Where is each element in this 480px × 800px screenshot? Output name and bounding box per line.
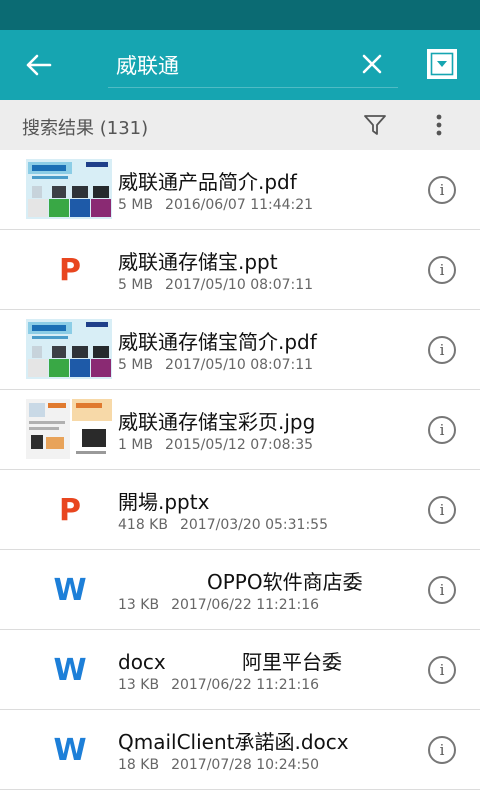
info-icon[interactable]: i — [428, 576, 456, 604]
file-name: 威联通存储宝简介.pdf — [118, 330, 317, 354]
file-date: 2017/03/20 05:31:55 — [179, 517, 328, 533]
flyer-thumbnail-icon — [26, 399, 112, 459]
file-size: 418 KB — [118, 517, 168, 533]
info-icon[interactable]: i — [428, 496, 456, 524]
file-date: 2017/05/10 08:07:11 — [165, 357, 314, 373]
file-name: docx 阿里平台委 — [118, 650, 343, 674]
word-file-icon: W — [53, 572, 87, 608]
file-name: 開場.pptx — [118, 490, 210, 514]
file-list: 威联通产品简介.pdf 5 MB 2016/06/07 11:44:21 i P 威联通存… — [0, 150, 480, 790]
info-icon[interactable]: i — [428, 416, 456, 444]
file-row[interactable]: P 開場.pptx 418 KB 2017/03/20 05:31:55 i — [0, 470, 480, 550]
file-meta: 13 KB 2017/06/22 11:21:16 — [118, 677, 398, 693]
powerpoint-file-icon: P — [59, 252, 81, 288]
file-row[interactable]: Wdocx 阿里平台委 13 KB 2017/06/22 11:21:16 i — [0, 630, 480, 710]
file-date: 2017/06/22 11:21:16 — [171, 677, 320, 693]
file-date: 2017/07/28 10:24:50 — [171, 757, 320, 773]
more-vert-icon — [436, 114, 442, 136]
file-meta: 5 MB 2017/05/10 08:07:11 — [118, 357, 398, 373]
file-size: 13 KB — [118, 677, 160, 693]
file-row[interactable]: W OPPO软件商店委 13 KB 2017/06/22 11:21:16 i — [0, 550, 480, 630]
back-button[interactable] — [20, 48, 56, 82]
dropdown-menu-button[interactable] — [427, 49, 457, 79]
info-icon[interactable]: i — [428, 256, 456, 284]
dropdown-triangle-icon — [430, 52, 454, 76]
file-thumbnail — [26, 319, 112, 379]
brochure-thumbnail-icon — [26, 319, 112, 379]
file-row[interactable]: P 威联通存储宝.ppt 5 MB 2017/05/10 08:07:11 i — [0, 230, 480, 310]
search-field-wrapper — [108, 42, 398, 88]
file-meta: 13 KB 2017/06/22 11:21:16 — [118, 597, 398, 613]
file-size: 5 MB — [118, 197, 154, 213]
file-name: QmailClient承諾函.docx — [118, 730, 349, 754]
file-row[interactable]: 威联通存储宝彩页.jpg 1 MB 2015/05/12 07:08:35 i — [0, 390, 480, 470]
brochure-thumbnail-icon — [26, 159, 112, 219]
file-size: 1 MB — [118, 437, 154, 453]
file-meta: 418 KB 2017/03/20 05:31:55 — [118, 517, 398, 533]
arrow-left-icon — [26, 54, 52, 76]
file-meta: 5 MB 2016/06/07 11:44:21 — [118, 197, 398, 213]
file-size: 13 KB — [118, 597, 160, 613]
file-row[interactable]: 威联通产品简介.pdf 5 MB 2016/06/07 11:44:21 i — [0, 150, 480, 230]
file-meta: 5 MB 2017/05/10 08:07:11 — [118, 277, 398, 293]
word-file-icon: W — [53, 732, 87, 768]
word-file-icon: W — [53, 652, 87, 688]
file-date: 2017/06/22 11:21:16 — [171, 597, 320, 613]
file-name: OPPO软件商店委 — [118, 570, 363, 594]
file-name: 威联通存储宝.ppt — [118, 250, 278, 274]
clear-search-button[interactable] — [356, 47, 388, 81]
file-row[interactable]: W QmailClient承諾函.docx 18 KB 2017/07/28 10:2… — [0, 710, 480, 790]
file-thumbnail — [26, 399, 112, 459]
file-date: 2015/05/12 07:08:35 — [165, 437, 314, 453]
file-date: 2017/05/10 08:07:11 — [165, 277, 314, 293]
app-bar — [0, 30, 480, 100]
search-input[interactable] — [116, 48, 346, 82]
status-bar — [0, 0, 480, 30]
result-bar: 搜索结果 (131) — [0, 100, 480, 150]
file-size: 5 MB — [118, 277, 154, 293]
file-size: 18 KB — [118, 757, 160, 773]
info-icon[interactable]: i — [428, 656, 456, 684]
file-name: 威联通存储宝彩页.jpg — [118, 410, 316, 434]
file-row[interactable]: 威联通存储宝简介.pdf 5 MB 2017/05/10 08:07:11 i — [0, 310, 480, 390]
more-options-button[interactable] — [426, 111, 452, 139]
result-count-title: 搜索结果 (131) — [22, 118, 149, 139]
file-date: 2016/06/07 11:44:21 — [165, 197, 314, 213]
filter-button[interactable] — [361, 112, 389, 138]
powerpoint-file-icon: P — [59, 492, 81, 528]
file-thumbnail — [26, 159, 112, 219]
filter-icon — [364, 115, 386, 135]
info-icon[interactable]: i — [428, 736, 456, 764]
info-icon[interactable]: i — [428, 176, 456, 204]
file-meta: 18 KB 2017/07/28 10:24:50 — [118, 757, 398, 773]
file-meta: 1 MB 2015/05/12 07:08:35 — [118, 437, 398, 453]
info-icon[interactable]: i — [428, 336, 456, 364]
file-name: 威联通产品简介.pdf — [118, 170, 297, 194]
file-size: 5 MB — [118, 357, 154, 373]
close-icon — [362, 54, 382, 74]
